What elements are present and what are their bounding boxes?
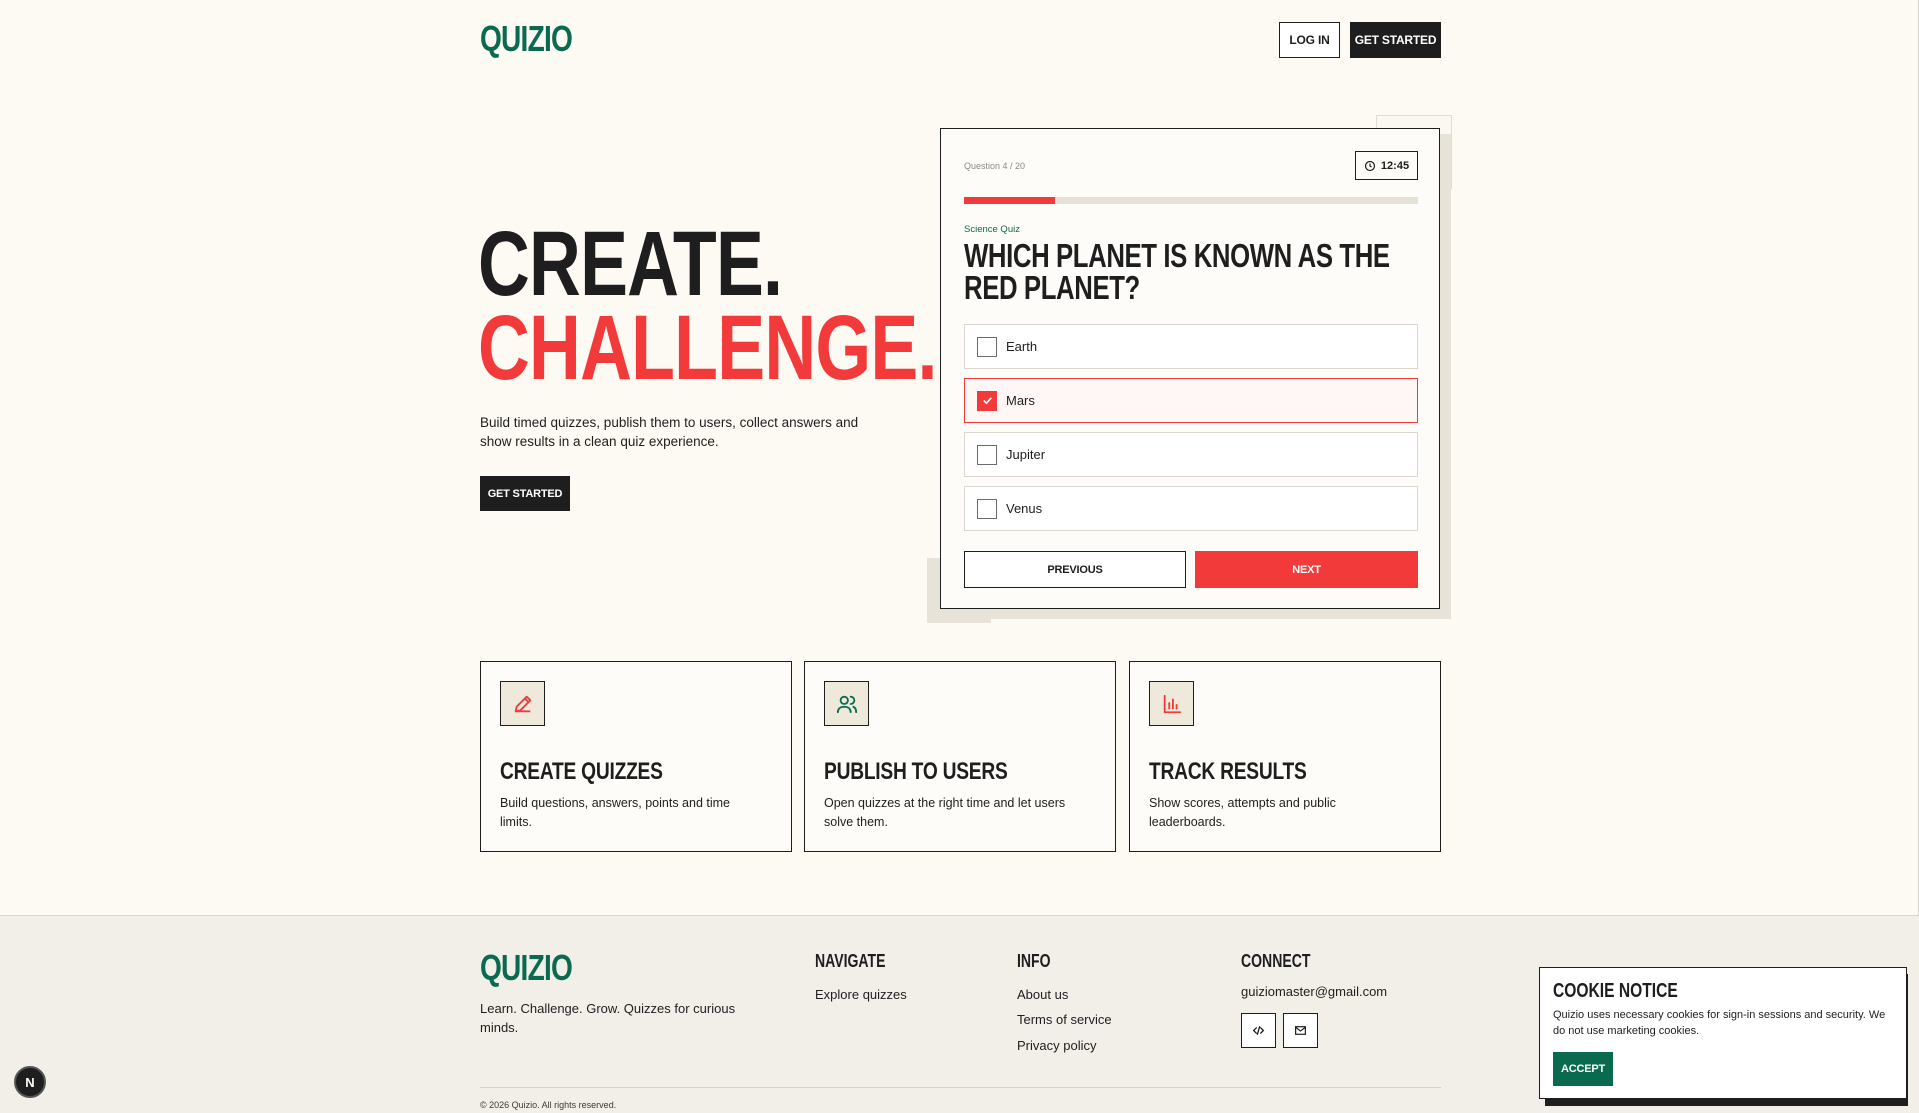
header-get-started-button[interactable]: GET STARTED (1350, 22, 1441, 58)
hero-description: Build timed quizzes, publish them to use… (480, 415, 859, 449)
feature-icon-box (824, 681, 869, 726)
timer-value: 12:45 (1380, 159, 1410, 172)
checkbox[interactable] (977, 336, 997, 357)
hero-title: CREATE. CHALLENGE. (478, 213, 937, 399)
cookie-text: Quizio uses necessary cookies for sign-i… (1553, 1009, 1886, 1037)
cookie-title: COOKIE NOTICE (1553, 980, 1678, 1002)
hero-title-line1: CREATE. (478, 213, 783, 315)
footer-divider (480, 1087, 1441, 1088)
answer-option[interactable]: Mars (964, 378, 1418, 423)
answer-option[interactable]: Jupiter (964, 432, 1418, 477)
feature-card-track: TRACK RESULTS Show scores, attempts and … (1129, 661, 1441, 852)
bar-chart-icon (1163, 694, 1181, 713)
answer-option[interactable]: Venus (964, 486, 1418, 531)
code-icon (1252, 1026, 1265, 1035)
footer-heading-navigate: NAVIGATE (815, 951, 886, 971)
dev-tools-badge[interactable]: N (14, 1066, 46, 1098)
check-icon (982, 451, 992, 459)
footer-logo[interactable]: QUIZIO (480, 947, 573, 989)
clock-icon (1364, 160, 1376, 171)
checkbox[interactable] (977, 444, 997, 465)
check-icon (982, 397, 992, 405)
hero-get-started-button[interactable]: GET STARTED (480, 476, 570, 511)
quiz-card: Question 4 / 20 12:45 Science Quiz Which… (940, 128, 1440, 609)
cookie-notice: COOKIE NOTICE Quizio uses necessary cook… (1539, 967, 1907, 1099)
code-link-button[interactable] (1241, 1013, 1276, 1048)
feature-card-publish: PUBLISH TO USERS Open quizzes at the rig… (804, 661, 1116, 852)
mail-icon (1295, 1026, 1306, 1035)
footer-tagline: Learn. Challenge. Grow. Quizzes for curi… (480, 1001, 736, 1035)
feature-description: Build questions, answers, points and tim… (500, 796, 730, 829)
answer-option-label: Mars (1006, 393, 1035, 408)
check-icon (982, 505, 992, 513)
quiz-timer: 12:45 (1355, 151, 1418, 180)
previous-button[interactable]: PREVIOUS (964, 551, 1186, 588)
quiz-topic: Science Quiz (964, 224, 1020, 235)
footer-heading-connect: CONNECT (1241, 951, 1311, 971)
quiz-progress-bar (964, 197, 1418, 204)
feature-icon-box (500, 681, 545, 726)
feature-title: CREATE QUIZZES (500, 758, 663, 785)
answer-option-label: Earth (1006, 339, 1038, 354)
question-counter: Question 4 / 20 (964, 161, 1026, 171)
page: QUIZIO LOG IN GET STARTED CREATE. CHALLE… (0, 0, 1919, 1113)
footer-heading-info: INFO (1017, 951, 1051, 971)
checkbox[interactable] (977, 498, 997, 519)
pencil-icon (514, 695, 531, 712)
feature-card-create: CREATE QUIZZES Build questions, answers,… (480, 661, 792, 852)
quiz-progress-fill (964, 197, 1055, 204)
feature-description: Open quizzes at the right time and let u… (824, 796, 1066, 829)
footer-link-privacy[interactable]: Privacy policy (1017, 1038, 1096, 1053)
feature-title: PUBLISH TO USERS (824, 758, 1008, 785)
login-button[interactable]: LOG IN (1279, 22, 1340, 58)
answer-option-label: Jupiter (1006, 447, 1046, 462)
users-icon (836, 695, 857, 713)
footer-link-terms[interactable]: Terms of service (1017, 1012, 1112, 1027)
check-icon (982, 343, 992, 351)
feature-description: Show scores, attempts and public leaderb… (1149, 796, 1336, 829)
logo[interactable]: QUIZIO (480, 18, 573, 60)
feature-icon-box (1149, 681, 1194, 726)
mail-link-button[interactable] (1283, 1013, 1318, 1048)
footer-link-explore[interactable]: Explore quizzes (815, 987, 907, 1002)
feature-title: TRACK RESULTS (1149, 758, 1307, 785)
next-button[interactable]: NEXT (1195, 551, 1418, 588)
hero-title-line2: CHALLENGE. (478, 297, 937, 399)
copyright: © 2026 Quizio. All rights reserved. (480, 1100, 617, 1110)
answer-option[interactable]: Earth (964, 324, 1418, 369)
quiz-question: Which planet is known as the Red Planet? (964, 237, 1390, 306)
footer-email[interactable]: guiziomaster@gmail.com (1241, 984, 1387, 999)
cookie-accept-button[interactable]: ACCEPT (1553, 1052, 1613, 1086)
answer-option-label: Venus (1006, 501, 1043, 516)
footer-link-about[interactable]: About us (1017, 987, 1068, 1002)
checkbox[interactable] (977, 390, 997, 411)
